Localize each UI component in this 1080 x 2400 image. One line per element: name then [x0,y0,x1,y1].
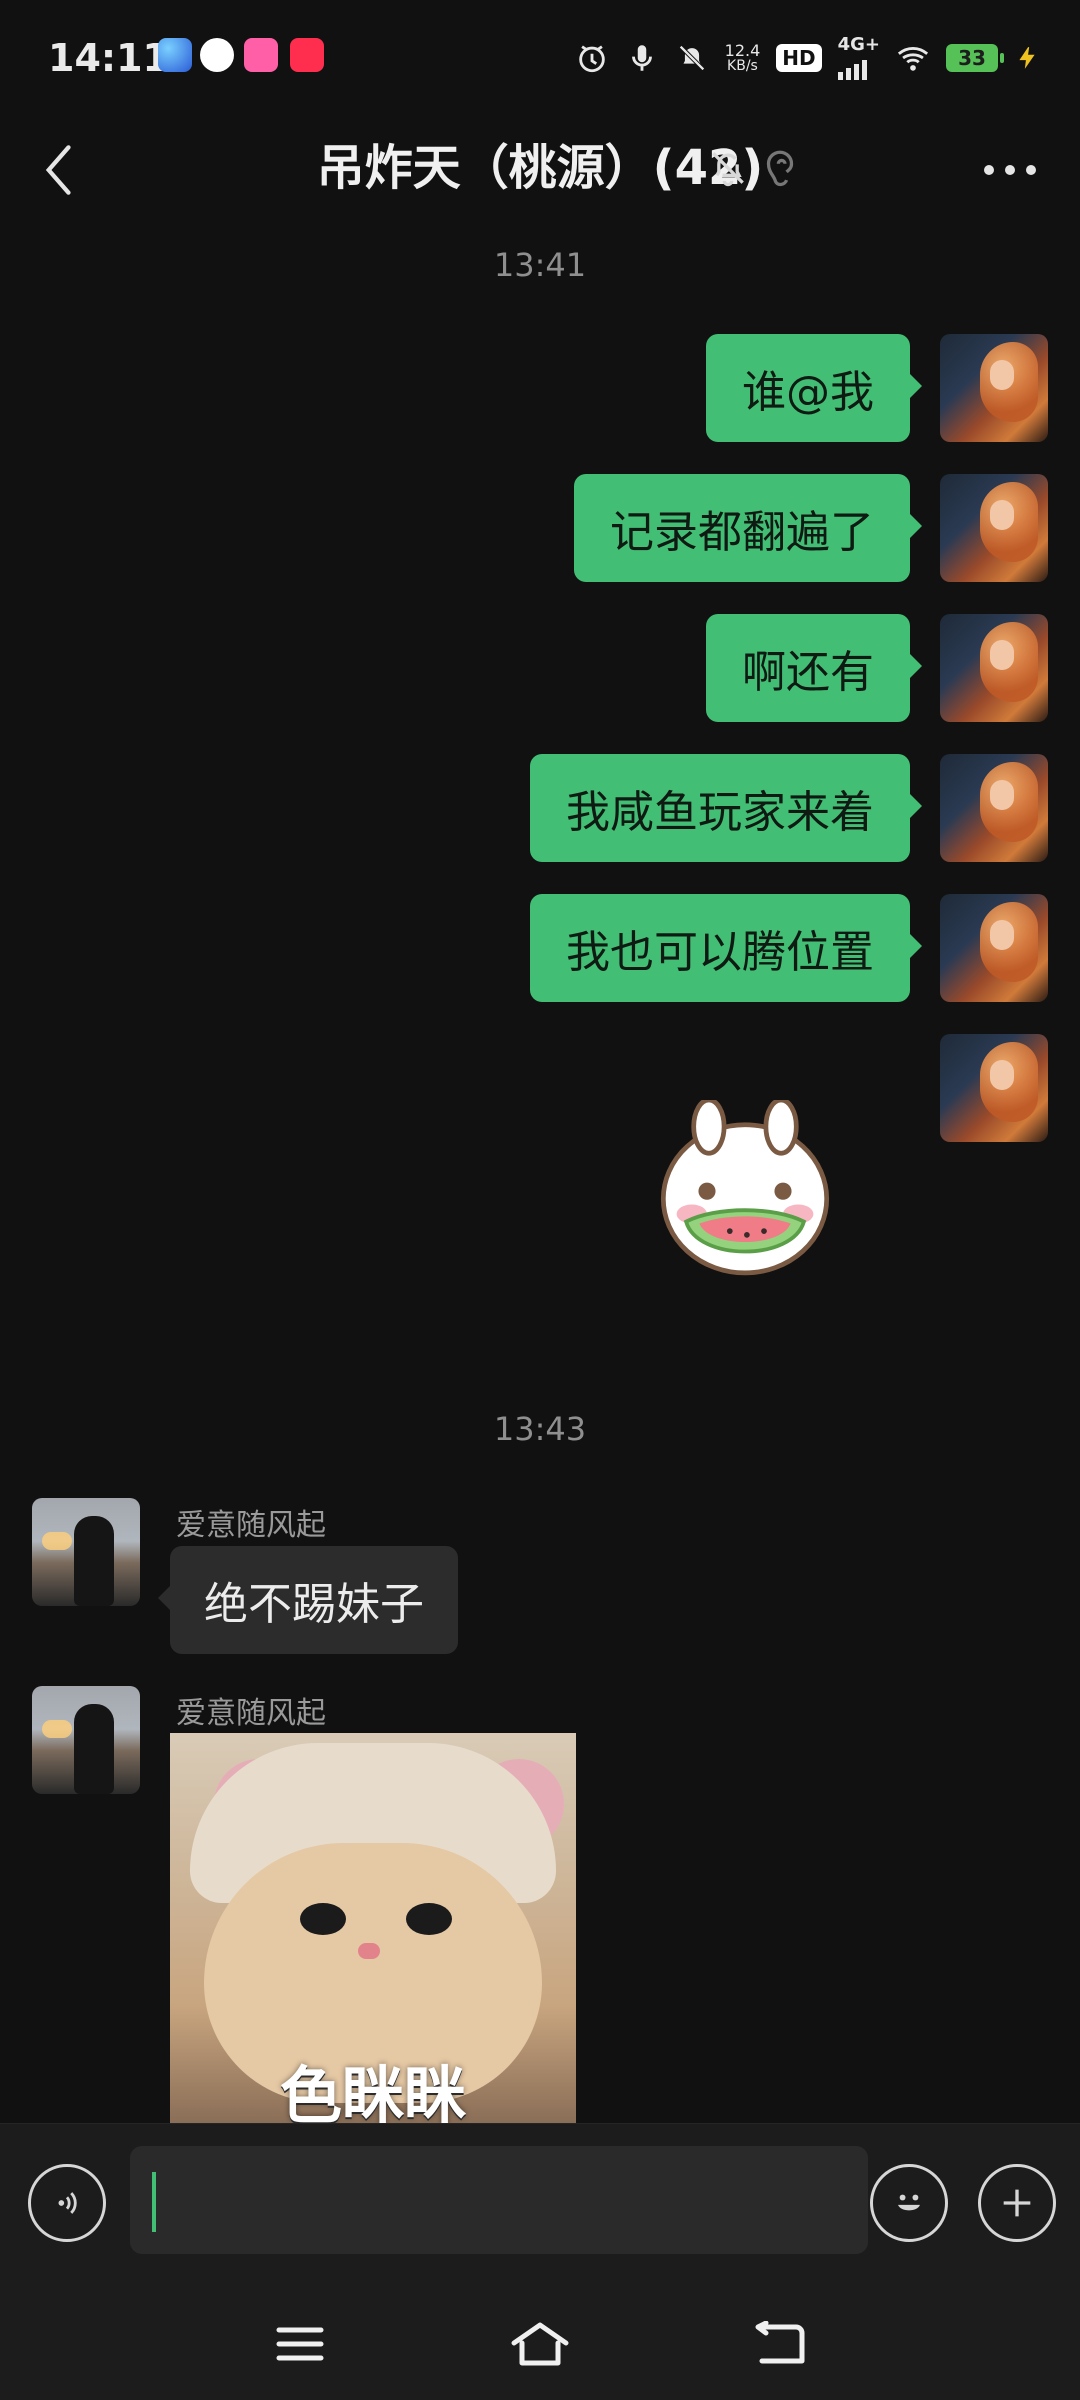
nav-menu-button[interactable] [260,2309,340,2379]
message-bubble[interactable]: 谁@我 [706,334,922,442]
text-cursor [152,2172,156,2232]
app-notification-icon-4 [290,38,324,72]
bell-off-icon [712,152,744,187]
smile-icon [898,2194,920,2211]
alarm-icon [578,45,605,73]
network-type: 4G+ [837,34,880,55]
chat-timestamp: 13:43 [493,1410,587,1448]
network-speed-unit: KB/s [727,58,758,74]
more-options-button[interactable] [970,140,1050,200]
avatar[interactable] [940,334,1048,442]
charging-bolt-icon [1019,47,1035,69]
app-notification-icon-3 [244,38,278,72]
nav-home-button[interactable] [500,2309,580,2379]
chat-message-self-sticker [0,1034,1080,1144]
hd-badge: HD [776,44,822,72]
status-bar: 14:11 12.4 KB/s HD 4G+ 33 [0,0,1080,120]
notifications-muted-icon [678,45,705,71]
bunny-watermelon-sticker[interactable] [650,1100,840,1290]
status-right-cluster: 12.4 KB/s HD 4G+ 33 [575,36,1040,80]
sender-name: 爱意随风起 [176,1508,326,1543]
sender-name: 爱意随风起 [176,1696,326,1731]
more-horizontal-icon [984,165,1036,175]
wifi-icon [897,47,929,71]
plus-icon [1003,2189,1031,2217]
message-input[interactable] [130,2146,868,2254]
message-bubble[interactable]: 啊还有 [706,614,922,722]
avatar[interactable] [940,754,1048,862]
message-bubble[interactable]: 我咸鱼玩家来着 [530,754,922,862]
nav-back-button[interactable] [740,2309,820,2379]
avatar[interactable] [32,1498,140,1606]
app-notification-icon-1 [158,38,192,72]
cellular-signal: 4G+ [837,34,880,80]
battery-indicator: 33 [946,44,1004,72]
home-icon [511,2322,569,2366]
network-speed-value: 12.4 [724,41,761,60]
avatar[interactable] [940,614,1048,722]
chat-header: 吊炸天（桃源）(42) [0,120,1080,220]
emoji-button[interactable] [870,2164,948,2242]
chat-message-self: 谁@我 [0,334,1080,444]
meme-caption: 色眯眯 [279,2059,466,2123]
microphone-icon [631,45,652,71]
chat-title: 吊炸天（桃源）(42) [316,140,764,196]
chat-message-self: 我咸鱼玩家来着 [0,754,1080,864]
ear-icon [766,150,794,187]
more-functions-button[interactable] [978,2164,1056,2242]
chat-timestamp: 13:41 [493,246,587,284]
chat-message-self: 啊还有 [0,614,1080,724]
battery-level: 33 [958,46,986,70]
voice-icon [58,2192,77,2214]
cat-meme-image[interactable]: 色眯眯 [170,1733,576,2123]
menu-icon [276,2327,324,2361]
app-notification-icon-2 [200,38,234,72]
chat-message-self: 记录都翻遍了 [0,474,1080,584]
message-bubble[interactable]: 记录都翻遍了 [574,474,922,582]
system-navigation-bar [0,2283,1080,2400]
signal-bars-icon [837,54,867,80]
message-bubble[interactable]: 我也可以腾位置 [530,894,922,1002]
avatar[interactable] [940,894,1048,1002]
message-bubble[interactable]: 绝不踢妹子 [158,1546,458,1654]
status-time: 14:11 [48,36,169,80]
network-speed: 12.4 KB/s [724,41,761,74]
message-input-bar [0,2123,1080,2284]
avatar[interactable] [940,1034,1048,1142]
voice-input-button[interactable] [28,2164,106,2242]
avatar[interactable] [940,474,1048,582]
chat-message-self: 我也可以腾位置 [0,894,1080,1004]
back-icon [755,2321,805,2364]
avatar[interactable] [32,1686,140,1794]
